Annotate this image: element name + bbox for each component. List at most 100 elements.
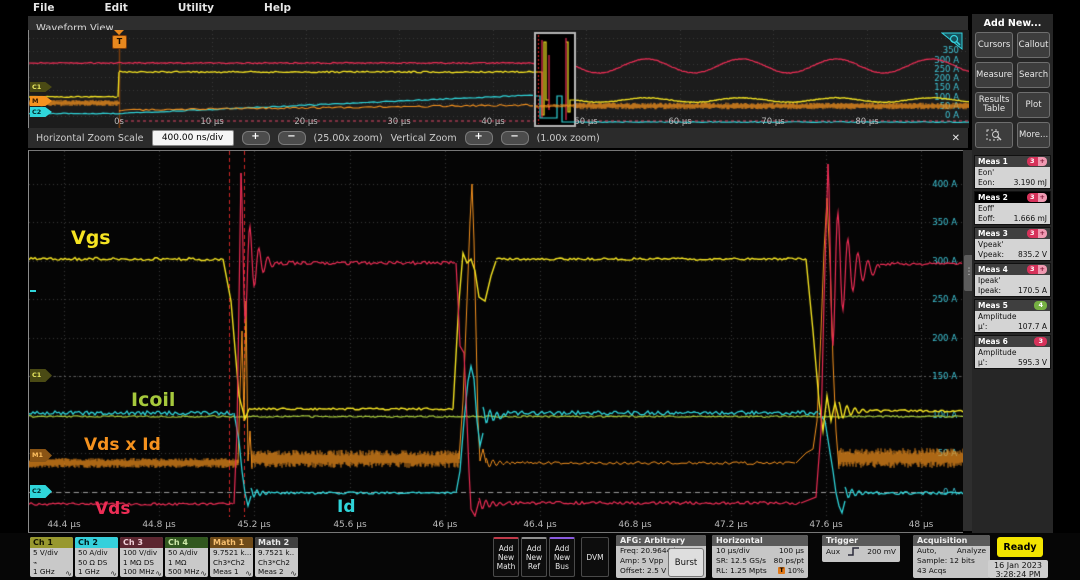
meas-name: Amplitude — [978, 312, 1047, 322]
meas-stat-label: µ': — [978, 322, 987, 332]
dvm-button[interactable]: DVM — [581, 537, 609, 577]
handle-icon: ∿ — [245, 569, 252, 577]
acq-sample-bits: Sample: 12 bits — [913, 556, 990, 566]
vzoom-plus-button[interactable]: + — [465, 131, 493, 145]
overview-time-label: 10 µs — [200, 117, 223, 127]
meas-stat-label: Eoff: — [978, 214, 995, 224]
channel-setting: 9.7521 k... — [210, 548, 253, 558]
horizontal-samplerate: SR: 12.5 GS/s — [716, 556, 766, 566]
meas-stat-label: Eon: — [978, 178, 995, 188]
menu-edit[interactable]: Edit — [105, 2, 128, 14]
menu-utility[interactable]: Utility — [178, 2, 214, 14]
badge-ch4[interactable]: Ch 450 A/div1 MΩ500 MHz∿ — [165, 537, 208, 577]
hzoom-plus-button[interactable]: + — [242, 131, 270, 145]
meas-name: Eoff' — [978, 204, 1047, 214]
meas-source-badge: 3+ — [1027, 229, 1047, 238]
channel-setting: 1 MΩ — [165, 558, 208, 568]
add-new-bus-button[interactable]: Add New Bus — [549, 537, 575, 577]
channel-header: Ch 2 — [75, 537, 118, 548]
add-new-measure-button[interactable]: Measure — [975, 62, 1013, 88]
afg-title: AFG: Arbitrary — [616, 535, 706, 546]
meas-card-1[interactable]: Meas 13+Eon'Eon:3.190 mJ — [974, 155, 1051, 189]
hzoom-label: Horizontal Zoom Scale — [36, 133, 144, 144]
add-new-results-table-button[interactable]: Results Table — [975, 92, 1013, 118]
channel-setting: 9.7521 k.. — [255, 548, 298, 558]
vzoom-label: Vertical Zoom — [391, 133, 457, 144]
vzoom-minus-button[interactable]: − — [501, 131, 529, 145]
trigger-title: Trigger — [822, 535, 900, 546]
main-time-label: 45.2 µs — [237, 520, 270, 530]
horizontal-title: Horizontal — [712, 535, 808, 546]
burst-button[interactable]: Burst — [668, 548, 704, 577]
badge-ch3[interactable]: Ch 3100 V/div1 MΩ DS100 MHz∿ — [120, 537, 163, 577]
channel-header: Ch 4 — [165, 537, 208, 548]
meas-source-badge: 3+ — [1027, 265, 1047, 274]
trigger-panel[interactable]: Trigger Aux 200 mV — [822, 535, 900, 562]
meas-value: 3.190 mJ — [1014, 178, 1047, 188]
horizontal-scale: 10 µs/div — [716, 546, 750, 556]
trigger-mini-icon: T — [778, 567, 785, 574]
channel-setting: 5 V/div — [30, 548, 73, 558]
meas-card-5[interactable]: Meas 54Amplitudeµ':107.7 A — [974, 299, 1051, 333]
main-time-label: 46 µs — [433, 520, 458, 530]
add-new-more--button[interactable]: More... — [1017, 122, 1050, 148]
add-new-ref-button[interactable]: Add New Ref — [521, 537, 547, 577]
meas-stat-label: Ipeak: — [978, 286, 1001, 296]
trigger-level: 200 mV — [867, 547, 896, 557]
add-new-search-button[interactable]: Search — [1017, 62, 1050, 88]
main-canvas[interactable] — [29, 151, 963, 517]
overview-time-label: 0s — [114, 117, 124, 127]
overview-canvas[interactable] — [29, 30, 969, 128]
channel-setting: 100 V/div — [120, 548, 163, 558]
ready-status-badge[interactable]: Ready — [997, 537, 1043, 557]
add-new-button-grid: CursorsCalloutMeasureSearchResults Table… — [975, 32, 1050, 148]
main-time-label: 46.4 µs — [523, 520, 556, 530]
settings-bar: Ch 15 V/div⌁1 GHz∿Ch 250 A/div50 Ω DS1 G… — [0, 533, 1080, 580]
hzoom-scale-input[interactable]: 400.00 ns/div — [152, 130, 234, 146]
channel-header: Ch 1 — [30, 537, 73, 548]
menu-file[interactable]: File — [33, 2, 55, 14]
badge-ch1[interactable]: Ch 15 V/div⌁1 GHz∿ — [30, 537, 73, 577]
main-waveform-plot[interactable]: 44.4 µs44.8 µs45.2 µs45.6 µs46 µs46.4 µs… — [28, 150, 963, 533]
waveform-overview[interactable]: 0s10 µs20 µs30 µs40 µs50 µs60 µs70 µs80 … — [28, 30, 969, 128]
channel-setting: Ch3*Ch2 — [210, 558, 253, 568]
meas-source-badge: 4 — [1034, 301, 1047, 310]
overview-time-label: 80 µs — [855, 117, 878, 127]
close-zoom-icon[interactable]: ✕ — [952, 133, 960, 144]
horizontal-panel[interactable]: Horizontal 10 µs/div 100 µs SR: 12.5 GS/s… — [712, 535, 808, 578]
acquisition-panel[interactable]: Acquisition Auto,Analyze Sample: 12 bits… — [913, 535, 990, 578]
add-new-math-button[interactable]: Add New Math — [493, 537, 519, 577]
meas-title: Meas 5 — [978, 301, 1008, 310]
meas-card-3[interactable]: Meas 33+Vpeak'Vpeak:835.2 V — [974, 227, 1051, 261]
menu-help[interactable]: Help — [264, 2, 291, 14]
channel-header: Math 1 — [210, 537, 253, 548]
horizontal-zoom-bar: Horizontal Zoom Scale 400.00 ns/div + − … — [28, 128, 968, 148]
time-text: 3:28:24 PM — [995, 570, 1040, 579]
channel-setting: Ch3*Ch2 — [255, 558, 298, 568]
trigger-position-marker[interactable]: T — [112, 35, 127, 49]
badge-math2[interactable]: Math 29.7521 k..Ch3*Ch2Meas 2∿ — [255, 537, 298, 577]
tab-strip: Waveform View — [28, 16, 968, 31]
zoom-select-icon[interactable] — [975, 122, 1013, 148]
meas-card-4[interactable]: Meas 43+Ipeak'Ipeak:170.5 A — [974, 263, 1051, 297]
add-new-plot-button[interactable]: Plot — [1017, 92, 1050, 118]
add-new-callout-button[interactable]: Callout — [1017, 32, 1050, 58]
badge-ch2[interactable]: Ch 250 A/div50 Ω DS1 GHz∿ — [75, 537, 118, 577]
horizontal-window: 100 µs — [779, 546, 804, 556]
badge-math1[interactable]: Math 19.7521 k...Ch3*Ch2Meas 1∿ — [210, 537, 253, 577]
meas-source-badge: 3+ — [1027, 193, 1047, 202]
zoom-overview-icon[interactable] — [941, 32, 963, 51]
meas-stat-label: µ': — [978, 358, 987, 368]
add-new-cursors-button[interactable]: Cursors — [975, 32, 1013, 58]
afg-panel[interactable]: AFG: Arbitrary Freq: 20.9644 kHz Amp: 5 … — [616, 535, 706, 578]
menu-bar: File Edit Utility Help — [28, 0, 973, 16]
hzoom-minus-button[interactable]: − — [278, 131, 306, 145]
meas-card-6[interactable]: Meas 63Amplitudeµ':595.3 V — [974, 335, 1051, 369]
meas-name: Amplitude — [978, 348, 1047, 358]
horizontal-resolution: 80 ps/pt — [774, 556, 804, 566]
horizontal-recordlength: RL: 1.25 Mpts — [716, 566, 767, 576]
meas-value: 835.2 V — [1018, 250, 1047, 260]
acq-count: 43 Acqs — [913, 566, 990, 576]
meas-card-2[interactable]: Meas 23+Eoff'Eoff:1.666 mJ — [974, 191, 1051, 225]
meas-name: Vpeak' — [978, 240, 1047, 250]
